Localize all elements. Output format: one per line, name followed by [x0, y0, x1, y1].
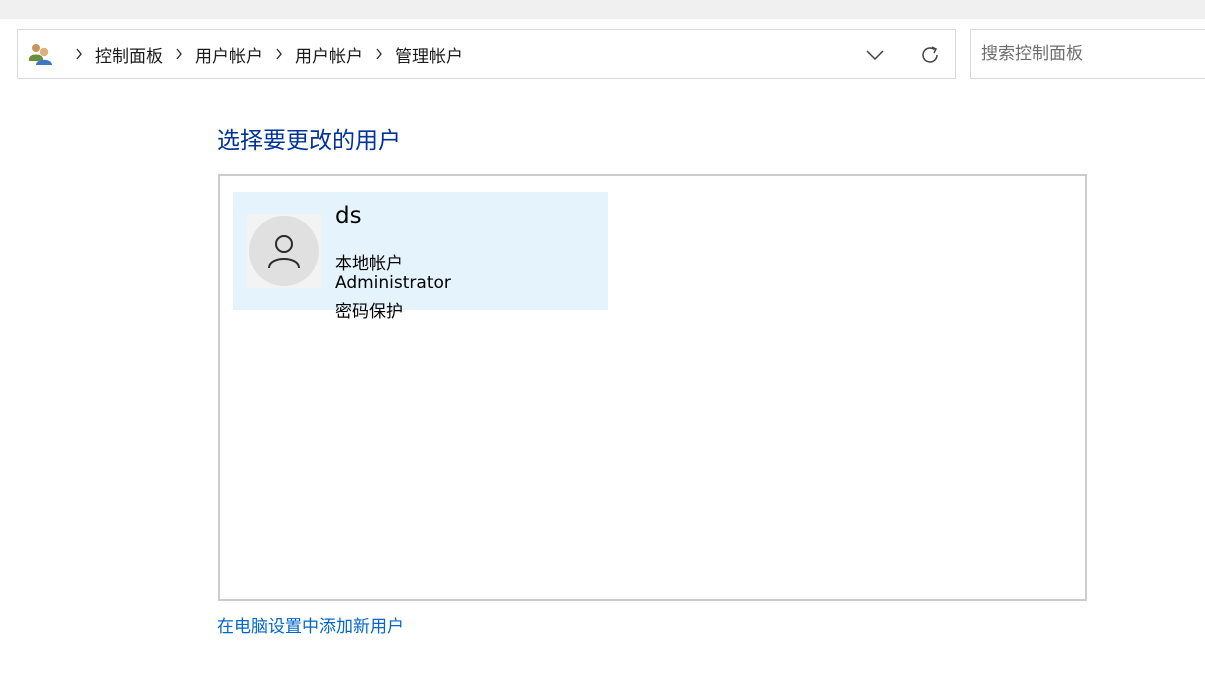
breadcrumb-item-user-accounts[interactable]: 用户帐户 — [195, 42, 263, 67]
user-account-type: 本地帐户 — [335, 254, 403, 274]
user-name: ds — [335, 203, 362, 229]
avatar — [247, 214, 321, 288]
refresh-icon[interactable] — [913, 41, 947, 69]
user-tile[interactable]: ds 本地帐户 Administrator 密码保护 — [233, 192, 608, 322]
chevron-right-icon[interactable] — [69, 48, 89, 60]
address-bar[interactable]: 控制面板 用户帐户 用户帐户 管理帐户 — [17, 29, 956, 79]
page-title: 选择要更改的用户 — [217, 128, 401, 154]
window-top-strip — [0, 0, 1205, 19]
user-role: Administrator — [335, 273, 451, 293]
search-box[interactable] — [970, 29, 1205, 79]
add-new-user-link[interactable]: 在电脑设置中添加新用户 — [217, 612, 404, 637]
user-icon — [249, 216, 319, 286]
chevron-right-icon[interactable] — [269, 48, 289, 60]
chevron-right-icon[interactable] — [369, 48, 389, 60]
user-accounts-icon — [28, 41, 54, 67]
user-list-panel: ds 本地帐户 Administrator 密码保护 — [218, 174, 1087, 601]
breadcrumb: 控制面板 用户帐户 用户帐户 管理帐户 — [63, 30, 463, 78]
user-password-status: 密码保护 — [335, 302, 403, 322]
search-input[interactable] — [971, 30, 1205, 78]
chevron-down-icon[interactable] — [860, 41, 890, 69]
breadcrumb-item-manage-accounts[interactable]: 管理帐户 — [395, 42, 463, 67]
breadcrumb-item-control-panel[interactable]: 控制面板 — [95, 42, 163, 67]
breadcrumb-item-user-accounts-sub[interactable]: 用户帐户 — [295, 42, 363, 67]
chevron-right-icon[interactable] — [169, 48, 189, 60]
